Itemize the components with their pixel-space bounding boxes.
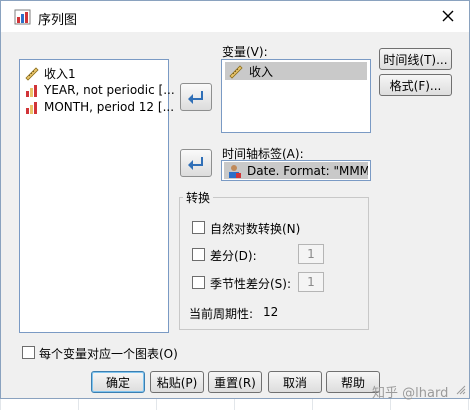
variables-label: 变量(V): [222,45,268,59]
curved-arrow-icon [188,91,203,104]
one-chart-per-variable-label[interactable]: 每个变量对应一个图表(O) [39,345,178,362]
watermark-text: 知乎 @lhard [372,386,449,401]
one-chart-per-variable-checkbox[interactable] [22,346,35,359]
list-item-label: 收入 [249,64,274,79]
close-icon [442,10,454,22]
curved-arrow-icon [188,157,203,170]
list-item-selected[interactable]: 收入 [225,62,367,80]
current-periodicity-label: 当前周期性: [189,307,254,321]
format-button[interactable]: 格式(F)... [379,74,452,96]
close-button[interactable] [431,3,465,29]
move-to-variables-button[interactable] [180,83,212,111]
chart-app-icon [14,8,32,26]
ok-button[interactable]: 确定 [91,371,145,393]
seasonal-difference-value[interactable]: 1 [298,272,324,292]
variables-target-list[interactable]: 收入 [221,59,371,133]
list-item-label: YEAR, not periodic [... [44,83,175,97]
ruler-icon [25,67,39,81]
title-bar: 序列图 [1,1,469,32]
transform-group-title: 转换 [183,189,214,206]
seasonal-difference-checkbox[interactable] [192,276,205,289]
date-variable-icon [229,164,241,178]
natural-log-checkbox[interactable] [192,221,205,234]
window-title: 序列图 [38,13,78,28]
bar-chart-icon [26,85,37,97]
seasonal-difference-label[interactable]: 季节性差分(S): [210,275,291,292]
current-periodicity-value: 12 [263,305,279,319]
list-item-label: MONTH, period 12 [... [44,100,175,114]
reset-button[interactable]: 重置(R) [208,371,262,393]
list-item[interactable]: YEAR, not periodic [... [24,82,175,98]
paste-button[interactable]: 粘贴(P) [150,371,204,393]
difference-checkbox[interactable] [192,248,205,261]
cancel-button[interactable]: 取消 [268,371,322,393]
list-item-label: 收入1 [44,66,76,81]
sequence-chart-dialog: 序列图 收入1 YEAR, not periodic [... MONTH, p… [0,0,470,399]
move-to-time-axis-button[interactable] [180,149,212,177]
time-axis-value: Date. Format: "MMM... [247,163,368,178]
ruler-icon [229,65,243,79]
difference-label[interactable]: 差分(D): [210,247,257,264]
time-axis-selected[interactable]: Date. Format: "MMM... [224,162,368,179]
difference-value[interactable]: 1 [298,244,324,264]
time-axis-field[interactable]: Date. Format: "MMM... [221,160,371,181]
list-item[interactable]: 收入1 [24,65,76,81]
list-item[interactable]: MONTH, period 12 [... [24,99,174,115]
natural-log-label[interactable]: 自然对数转换(N) [210,220,300,237]
source-variables-list[interactable]: 收入1 YEAR, not periodic [... MONTH, perio… [19,59,175,333]
time-lines-button[interactable]: 时间线(T)... [379,48,452,70]
bar-chart-icon [26,102,37,114]
resize-grip-icon[interactable] [456,385,466,395]
